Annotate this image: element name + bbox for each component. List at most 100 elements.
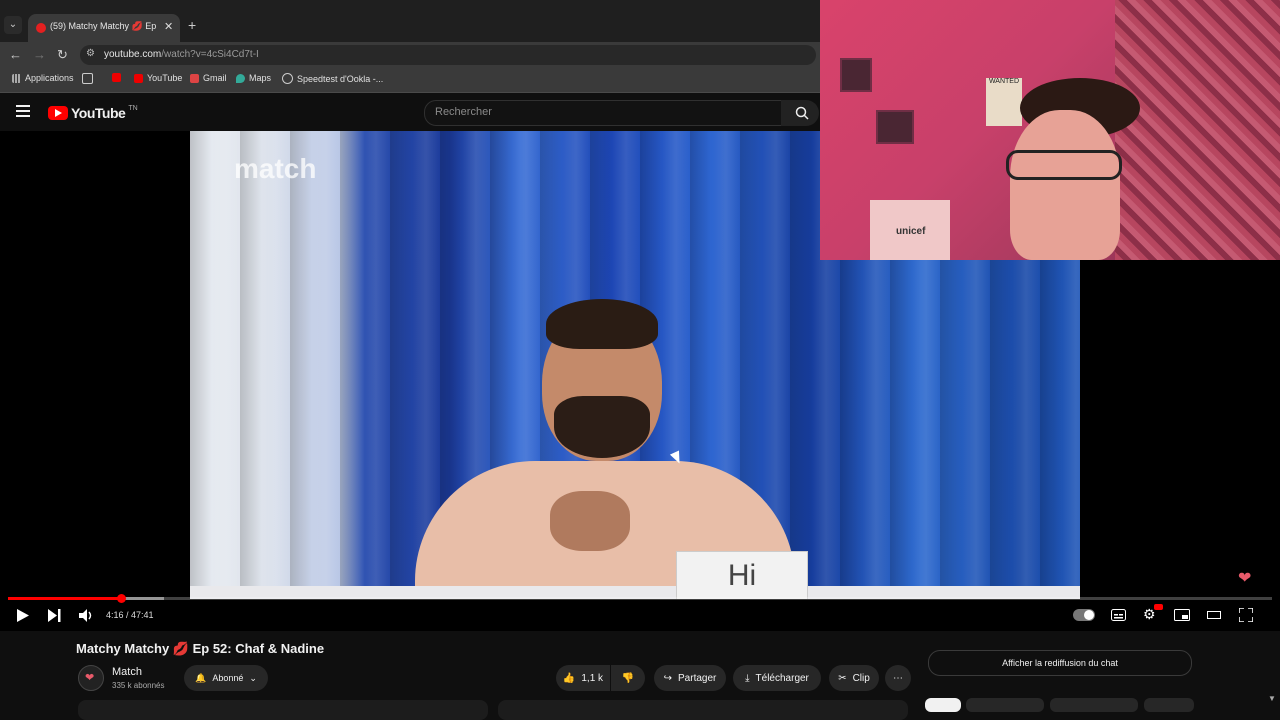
- thumbs-up-icon: 👍: [562, 672, 576, 684]
- name-card: Hi: [676, 551, 808, 599]
- host-hair: [546, 299, 658, 349]
- filter-chip[interactable]: [1050, 698, 1138, 712]
- channel-name[interactable]: Match: [112, 666, 142, 678]
- search-input[interactable]: Rechercher: [424, 100, 782, 126]
- hd-badge: [1154, 604, 1163, 610]
- url-text[interactable]: youtube.com/watch?v=4cSi4Cd7t-I: [104, 49, 259, 60]
- bookmark-label: Gmail: [203, 73, 227, 83]
- like-button[interactable]: 👍 1,1 k: [556, 665, 610, 691]
- progress-played: [8, 597, 121, 600]
- poster-wall: [1115, 0, 1280, 260]
- progress-scrubber[interactable]: [117, 594, 126, 603]
- progress-bar[interactable]: [8, 597, 1272, 600]
- share-label: Partager: [678, 672, 717, 684]
- speedtest-icon: [282, 73, 293, 84]
- like-count: 1,1 k: [581, 672, 604, 684]
- channel-avatar[interactable]: ❤: [78, 665, 104, 691]
- maps-pin-icon: [236, 73, 245, 83]
- forward-arrow-icon[interactable]: →: [33, 47, 46, 62]
- download-label: Télécharger: [755, 672, 809, 684]
- youtube-logo[interactable]: YouTube TN: [48, 105, 138, 121]
- youtube-icon: [112, 73, 121, 82]
- filter-chip[interactable]: [966, 698, 1044, 712]
- youtube-favicon-icon: [36, 23, 46, 33]
- youtube-header: YouTube TN Rechercher: [0, 93, 820, 131]
- description-box[interactable]: [78, 700, 488, 720]
- bookmark-maps[interactable]: Maps: [236, 73, 271, 83]
- bookmark-youtube-red[interactable]: [112, 73, 121, 82]
- shirt-text: unicef: [896, 226, 926, 237]
- streamer-face: [1010, 110, 1120, 260]
- time-display: 4:16 / 47:41: [106, 610, 154, 620]
- dislike-button[interactable]: 👎: [611, 665, 645, 691]
- tab-search-button[interactable]: ⌄: [4, 16, 22, 34]
- chevron-down-icon: ⌄: [249, 672, 257, 683]
- chat-replay-button[interactable]: Afficher la rediffusion du chat: [928, 650, 1192, 676]
- reload-icon[interactable]: ↻: [57, 47, 68, 63]
- scissors-icon: ✂: [838, 672, 847, 684]
- address-toolbar: ← → ↻ ⚙ youtube.com/watch?v=4cSi4Cd7t-I: [0, 42, 820, 68]
- bookmarks-bar: Applications YouTube Gmail Maps Speedtes…: [0, 68, 820, 93]
- tab-close-icon[interactable]: ✕: [164, 20, 173, 33]
- search-button[interactable]: [781, 100, 819, 126]
- youtube-icon: [134, 73, 143, 83]
- host-hands: [550, 491, 630, 551]
- gmail-icon: [190, 73, 199, 83]
- bookmark-youtube[interactable]: YouTube: [134, 73, 182, 83]
- url-path: /watch?v=4cSi4Cd7t-I: [161, 49, 259, 60]
- fullscreen-icon[interactable]: [1239, 608, 1253, 622]
- volume-icon[interactable]: [79, 609, 93, 622]
- back-arrow-icon[interactable]: ←: [9, 47, 22, 62]
- url-host: youtube.com: [104, 49, 162, 60]
- host-beard: [554, 396, 650, 458]
- subtitles-icon[interactable]: [1111, 609, 1126, 621]
- bookmark-label: Speedtest d'Ookla -...: [297, 73, 384, 84]
- new-tab-button[interactable]: +: [188, 17, 196, 33]
- miniplayer-icon[interactable]: [1174, 609, 1190, 621]
- search-placeholder: Rechercher: [435, 106, 492, 118]
- site-info-icon[interactable]: ⚙: [86, 48, 95, 59]
- streamer-glasses: [1006, 150, 1122, 180]
- wanted-poster: WANTED: [986, 78, 1022, 126]
- comments-preview[interactable]: [498, 700, 908, 720]
- channel-watermark-icon[interactable]: ❤: [1238, 568, 1251, 588]
- bookmark-speedtest[interactable]: Speedtest d'Ookla -...: [282, 73, 383, 84]
- webcam-overlay: WANTED unicef: [820, 0, 1280, 260]
- bell-icon: 🔔: [195, 672, 207, 683]
- tab-title: (59) Matchy Matchy 💋 Ep 52:: [50, 21, 158, 31]
- logo-text: YouTube: [71, 105, 126, 121]
- clip-label: Clip: [852, 672, 870, 684]
- subscribed-button[interactable]: 🔔 Abonné ⌄: [184, 665, 268, 691]
- bookmark-label: Maps: [249, 73, 272, 83]
- bookmark-applications[interactable]: Applications: [12, 73, 74, 83]
- theater-mode-icon[interactable]: [1207, 611, 1221, 619]
- more-actions-button[interactable]: ⋯: [885, 665, 911, 691]
- play-icon[interactable]: [17, 609, 29, 622]
- more-horizontal-icon: ⋯: [893, 672, 903, 684]
- apps-grid-icon: [12, 73, 21, 83]
- next-icon[interactable]: [48, 609, 61, 622]
- wall-poster: [876, 110, 914, 144]
- thumbs-down-icon: 👎: [621, 672, 635, 684]
- browser-tab[interactable]: (59) Matchy Matchy 💋 Ep 52: ✕: [28, 14, 180, 42]
- download-button[interactable]: ⤓ Télécharger: [733, 665, 821, 691]
- video-title: Matchy Matchy 💋 Ep 52: Chaf & Nadine: [76, 641, 325, 656]
- clip-button[interactable]: ✂ Clip: [829, 665, 879, 691]
- bookmark-gmail[interactable]: Gmail: [190, 73, 227, 83]
- autoplay-toggle[interactable]: [1073, 609, 1095, 621]
- filter-chip[interactable]: [1144, 698, 1194, 712]
- download-icon: ⤓: [745, 672, 750, 684]
- match-watermark: match: [234, 153, 317, 184]
- search-icon: [795, 106, 809, 120]
- menu-icon[interactable]: [16, 105, 30, 120]
- bookmark-label: YouTube: [147, 73, 183, 83]
- filter-chip[interactable]: [925, 698, 961, 712]
- omnibox[interactable]: ⚙ youtube.com/watch?v=4cSi4Cd7t-I: [80, 45, 816, 65]
- subscriber-count: 335 k abonnés: [112, 681, 165, 690]
- logo-country-code: TN: [128, 104, 138, 112]
- bookmark-grid[interactable]: [82, 73, 93, 84]
- share-button[interactable]: ↪ Partager: [654, 665, 726, 691]
- bookmark-label: Applications: [25, 73, 74, 83]
- wall-poster: [840, 58, 872, 92]
- scroll-down-arrow-icon[interactable]: ▼: [1268, 694, 1276, 703]
